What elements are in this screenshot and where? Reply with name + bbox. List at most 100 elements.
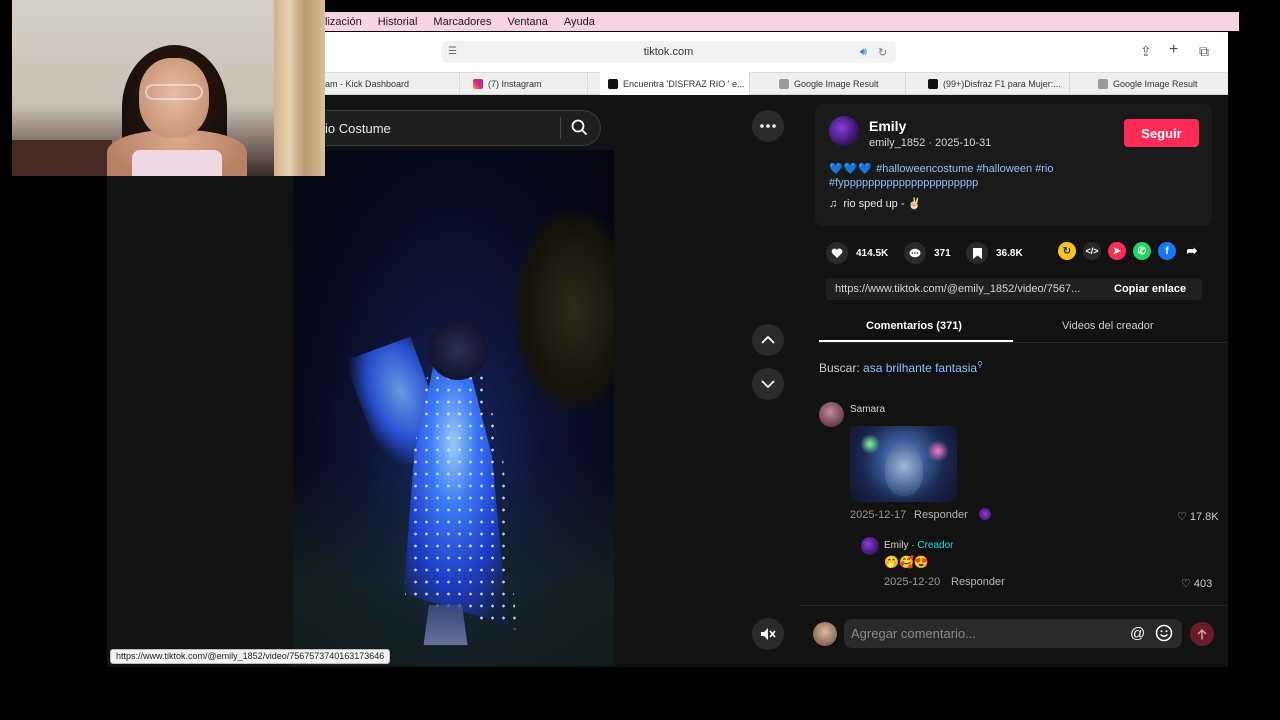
next-video-button[interactable]	[752, 368, 784, 400]
reply-text: 🤭🥰😍	[884, 555, 929, 569]
like-count: 414.5K	[856, 247, 889, 259]
chevron-down-icon	[761, 380, 775, 388]
small-search-icon: ⚲	[977, 360, 983, 369]
tiktok-favicon-icon	[608, 78, 618, 89]
tab-kick-dashboard[interactable]: am - Kick Dashboard	[325, 72, 460, 95]
firework-right	[927, 440, 949, 462]
chevron-up-icon	[761, 336, 775, 344]
address-bar[interactable]: tiktok.com	[441, 41, 896, 63]
comment-stat[interactable]: 371	[904, 242, 951, 264]
google-favicon-icon	[779, 78, 789, 89]
comment-like-count: 17.8K	[1189, 510, 1219, 523]
reply-like[interactable]: ♡ 403	[1181, 577, 1213, 591]
previous-video-button[interactable]	[752, 324, 784, 356]
emoji-icon[interactable]	[1155, 624, 1173, 647]
send-to-friend-icon[interactable]: ➤	[1108, 242, 1126, 260]
new-tab-icon[interactable]: +	[1169, 41, 1178, 59]
search-suggestion[interactable]: Buscar: asa brilhante fantasia⚲	[819, 360, 983, 375]
bookmark-icon	[966, 242, 988, 264]
mention-icon[interactable]: @	[1130, 625, 1145, 642]
menu-item-visualizacion[interactable]: lización	[325, 16, 362, 28]
embed-icon[interactable]: </>	[1083, 242, 1101, 260]
creator-liked-badge	[979, 508, 991, 520]
firework-left	[860, 434, 880, 454]
follow-button[interactable]: Seguir	[1124, 119, 1199, 147]
send-button[interactable]	[1190, 622, 1214, 646]
address-bar-url: tiktok.com	[643, 46, 694, 58]
share-link-url[interactable]: https://www.tiktok.com/@emily_1852/video…	[835, 283, 1080, 295]
comment-image[interactable]	[850, 426, 957, 502]
share-icon[interactable]: ⇪	[1140, 43, 1152, 60]
reply-avatar[interactable]	[861, 537, 879, 555]
sound-name: rio sped up - ✌🏻	[843, 198, 922, 210]
comment-reply-button[interactable]: Responder	[914, 509, 968, 521]
creator-avatar[interactable]	[829, 116, 859, 146]
reply-author: Emily	[884, 540, 909, 551]
instagram-favicon-icon	[473, 78, 483, 89]
menu-item-ayuda[interactable]: Ayuda	[564, 16, 595, 28]
sound-info[interactable]: ♫ rio sped up - ✌🏻	[829, 197, 921, 210]
tab-label: Encuentra 'DISFRAZ RIO ' e...	[623, 78, 745, 89]
webcam-person-glasses	[145, 84, 203, 100]
reload-icon[interactable]: ↻	[878, 46, 887, 59]
repost-icon[interactable]: ↻	[1058, 242, 1076, 260]
tab-google-image-2[interactable]: Google Image Result	[1090, 72, 1228, 95]
speaker-icon[interactable]: 🔊︎	[860, 46, 867, 59]
tab-comments[interactable]: Comentarios (371)	[866, 320, 962, 332]
share-arrow-icon[interactable]: ➦	[1183, 242, 1201, 260]
creator-handle-date[interactable]: emily_1852 · 2025-10-31	[869, 137, 991, 149]
more-options-button[interactable]	[752, 110, 784, 142]
arrow-up-icon	[1197, 628, 1207, 639]
tab-tiktok-active[interactable]: Encuentra 'DISFRAZ RIO ' e...	[600, 72, 750, 95]
video-player[interactable]	[293, 150, 614, 666]
reply-like-count: 403	[1193, 577, 1213, 590]
webcam-person-top	[132, 150, 222, 176]
comment-like[interactable]: ♡ 17.8K	[1177, 510, 1219, 524]
commenter-avatar[interactable]	[819, 402, 844, 427]
whatsapp-icon[interactable]: ✆	[1133, 242, 1151, 260]
heart-outline-icon: ♡	[1181, 578, 1191, 590]
creator-name[interactable]: Emily	[869, 118, 906, 134]
comment-date: 2025-12-17	[850, 509, 907, 521]
save-stat[interactable]: 36.8K	[966, 242, 1023, 264]
comment-author[interactable]: Samara	[850, 404, 885, 415]
tab-label: Google Image Result	[794, 78, 879, 89]
tabs-divider	[819, 342, 1228, 343]
copy-link-button[interactable]: Copiar enlace	[1114, 283, 1186, 295]
save-count: 36.8K	[996, 247, 1023, 259]
facebook-icon[interactable]: f	[1158, 242, 1176, 260]
muted-speaker-icon	[761, 628, 776, 640]
user-avatar[interactable]	[813, 622, 837, 646]
menu-item-marcadores[interactable]: Marcadores	[433, 16, 491, 28]
menu-item-historial[interactable]: Historial	[378, 16, 418, 28]
more-dots-icon	[760, 124, 776, 128]
like-stat[interactable]: 414.5K	[826, 242, 888, 264]
mute-button[interactable]	[752, 618, 784, 650]
video-tree	[514, 210, 614, 410]
reply-author-line[interactable]: Emily · Creador	[884, 540, 953, 551]
heart-outline-icon: ♡	[1177, 511, 1187, 523]
reply-reply-button[interactable]: Responder	[951, 576, 1005, 588]
menu-item-ventana[interactable]: Ventana	[508, 16, 548, 28]
search-query[interactable]: io Costume	[325, 121, 391, 136]
status-bar-url: https://www.tiktok.com/@emily_1852/video…	[110, 649, 391, 664]
tab-google-image-1[interactable]: Google Image Result	[771, 72, 906, 95]
webcam-curtain	[274, 0, 325, 176]
search-icon[interactable]	[571, 119, 588, 141]
webcam-overlay	[12, 0, 325, 176]
search-suggestion-term: asa brilhante fantasia	[863, 361, 978, 375]
google-favicon-icon	[1098, 78, 1108, 89]
reply-date: 2025-12-20	[884, 576, 941, 588]
tab-instagram[interactable]: (7) Instagram	[465, 72, 588, 95]
tab-label: am - Kick Dashboard	[325, 78, 410, 89]
tab-overview-icon[interactable]: ⧉	[1199, 43, 1209, 60]
tab-creator-videos[interactable]: Videos del creador	[1062, 320, 1154, 332]
heart-icon	[826, 242, 848, 264]
mac-menu-bar: lización Historial Marcadores Ventana Ay…	[325, 12, 1239, 31]
tab-disfraz-f1[interactable]: (99+)Disfraz F1 para Mujer:...	[920, 72, 1070, 95]
page-menu-icon[interactable]: ☰	[448, 46, 457, 57]
tab-label: (99+)Disfraz F1 para Mujer:...	[943, 78, 1061, 89]
search-divider	[560, 117, 561, 139]
creator-badge: Creador	[917, 540, 954, 551]
image-character	[885, 446, 923, 496]
